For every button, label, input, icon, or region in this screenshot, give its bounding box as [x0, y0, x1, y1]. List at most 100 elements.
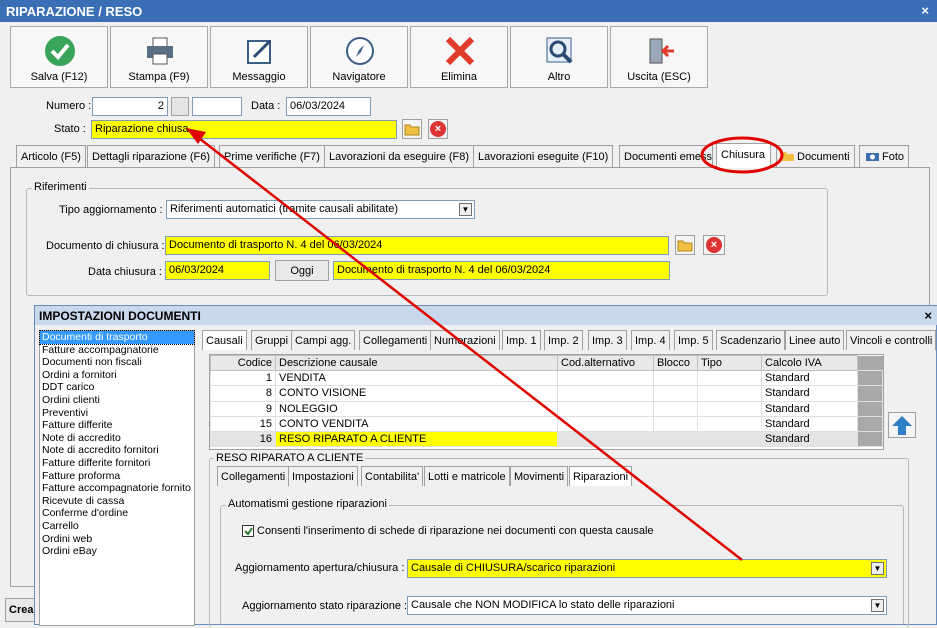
riferimenti-legend: Riferimenti: [32, 181, 89, 193]
tab-causali[interactable]: Causali: [202, 330, 247, 350]
list-item[interactable]: Fatture accompagnatorie: [40, 344, 194, 357]
tab-vincoli[interactable]: Vincoli e controlli: [846, 330, 936, 350]
subtab-impostazioni[interactable]: Impostazioni: [288, 466, 358, 486]
tab-foto[interactable]: Foto: [859, 145, 910, 167]
tipo-aggiornamento-select[interactable]: Riferimenti automatici (tramite causali …: [166, 200, 475, 219]
list-item[interactable]: Fatture differite fornitori: [40, 457, 194, 470]
tab-scadenzario[interactable]: Scadenzario: [716, 330, 786, 350]
list-item[interactable]: Ricevute di cassa: [40, 495, 194, 508]
list-item[interactable]: Conferme d'ordine: [40, 507, 194, 520]
subtab-riparazioni[interactable]: Riparazioni: [569, 466, 633, 486]
document-type-list[interactable]: Documenti di trasporto Fatture accompagn…: [39, 330, 195, 626]
stato-riparazione-select[interactable]: Causale che NON MODIFICA lo stato delle …: [407, 596, 887, 615]
message-button[interactable]: Messaggio: [210, 26, 308, 88]
subtab-contabilita[interactable]: Contabilita': [361, 466, 424, 486]
cell: [653, 431, 698, 448]
subtab-lotti-matricole[interactable]: Lotti e matricole: [424, 466, 510, 486]
cell: [653, 369, 698, 387]
exit-label: Uscita (ESC): [627, 71, 691, 83]
list-item[interactable]: DDT carico: [40, 381, 194, 394]
move-up-button[interactable]: [888, 412, 916, 438]
folder-button[interactable]: [402, 119, 422, 139]
exit-button[interactable]: Uscita (ESC): [610, 26, 708, 88]
list-item[interactable]: Ordini eBay: [40, 545, 194, 558]
tab-collegamenti[interactable]: Collegamenti: [359, 330, 432, 350]
list-item[interactable]: Fatture accompagnatorie fornito: [40, 482, 194, 495]
numero-suffix-field[interactable]: [192, 97, 242, 116]
list-item[interactable]: Ordini web: [40, 533, 194, 546]
stato-label: Stato :: [54, 123, 86, 135]
apertura-chiusura-select[interactable]: Causale di CHIUSURA/scarico riparazioni …: [407, 559, 887, 578]
tab-dettagli[interactable]: Dettagli riparazione (F6): [87, 145, 215, 167]
date-field[interactable]: 06/03/2024: [286, 97, 371, 116]
tab-chiusura[interactable]: Chiusura: [716, 143, 771, 168]
col-tipo[interactable]: Tipo: [697, 355, 762, 371]
chevron-down-icon[interactable]: ▼: [871, 562, 884, 575]
col-cod-alternativo[interactable]: Cod.alternativo: [557, 355, 654, 371]
tab-foto-label: Foto: [882, 151, 905, 163]
documento-chiusura-field[interactable]: Documento di trasporto N. 4 del 06/03/20…: [165, 236, 669, 255]
close-icon[interactable]: ×: [921, 3, 929, 18]
chevron-down-icon[interactable]: ▼: [459, 203, 472, 216]
table-row[interactable]: 8 CONTO VISIONE Standard: [210, 385, 883, 402]
numero-field[interactable]: 2: [92, 97, 168, 116]
table-row[interactable]: 1 VENDITA Standard: [210, 369, 883, 387]
data-documento-field[interactable]: Documento di trasporto N. 4 del 06/03/20…: [333, 261, 670, 280]
list-item[interactable]: Documenti non fiscali: [40, 356, 194, 369]
causali-grid[interactable]: Codice Descrizione causale Cod.alternati…: [209, 354, 884, 450]
list-item[interactable]: Documenti di trasporto: [39, 330, 195, 345]
impostazioni-documenti-dialog: IMPOSTAZIONI DOCUMENTI × Documenti di tr…: [34, 305, 937, 628]
arrow-up-icon: [892, 416, 912, 435]
list-item[interactable]: Note di accredito fornitori: [40, 444, 194, 457]
list-item[interactable]: Fatture differite: [40, 419, 194, 432]
subtab-collegamenti[interactable]: Collegamenti: [217, 466, 290, 486]
tab-lavorazioni-da-eseguire[interactable]: Lavorazioni da eseguire (F8): [324, 145, 475, 167]
print-button[interactable]: Stampa (F9): [110, 26, 208, 88]
oggi-button[interactable]: Oggi: [275, 260, 329, 281]
stato-field[interactable]: Riparazione chiusa: [91, 120, 397, 139]
other-button[interactable]: Altro: [510, 26, 608, 88]
doc-clear-button[interactable]: ×: [703, 235, 725, 255]
tab-documenti[interactable]: Documenti: [776, 145, 855, 167]
close-icon[interactable]: ×: [924, 308, 932, 323]
tab-prime-verifiche[interactable]: Prime verifiche (F7): [219, 145, 325, 167]
tab-lavorazioni-eseguite[interactable]: Lavorazioni eseguite (F10): [473, 145, 614, 167]
consenti-checkbox[interactable]: [242, 525, 254, 537]
col-codice[interactable]: Codice: [210, 355, 276, 371]
tab-imp-3[interactable]: Imp. 3: [588, 330, 627, 350]
col-calcolo-iva[interactable]: Calcolo IVA: [761, 355, 858, 371]
tab-imp-5[interactable]: Imp. 5: [674, 330, 713, 350]
list-item[interactable]: Ordini a fornitori: [40, 369, 194, 382]
tab-imp-2[interactable]: Imp. 2: [544, 330, 583, 350]
message-icon: [247, 39, 272, 64]
doc-folder-button[interactable]: [675, 235, 695, 255]
tab-campi-agg[interactable]: Campi agg.: [291, 330, 356, 350]
list-item[interactable]: Ordini clienti: [40, 394, 194, 407]
delete-button[interactable]: Elimina: [410, 26, 508, 88]
list-item[interactable]: Carrello: [40, 520, 194, 533]
save-button[interactable]: Salva (F12): [10, 26, 108, 88]
crea-button[interactable]: Crea: [5, 598, 37, 622]
table-row[interactable]: 15 CONTO VENDITA Standard: [210, 415, 883, 433]
numero-suffix-button[interactable]: [171, 97, 189, 116]
cell: 1: [210, 369, 276, 387]
tab-gruppi[interactable]: Gruppi: [251, 330, 293, 350]
table-row[interactable]: 9 NOLEGGIO Standard: [210, 400, 883, 417]
chevron-down-icon[interactable]: ▼: [871, 599, 884, 612]
table-row[interactable]: 16 RESO RIPARATO A CLIENTE Standard: [210, 431, 883, 448]
list-item[interactable]: Fatture proforma: [40, 470, 194, 483]
col-blocco[interactable]: Blocco: [653, 355, 698, 371]
data-chiusura-field[interactable]: 06/03/2024: [165, 261, 270, 280]
tab-linee-auto[interactable]: Linee auto: [785, 330, 845, 350]
navigator-button[interactable]: Navigatore: [310, 26, 408, 88]
tab-imp-4[interactable]: Imp. 4: [631, 330, 670, 350]
tab-articolo[interactable]: Articolo (F5): [16, 145, 86, 167]
col-descrizione[interactable]: Descrizione causale: [275, 355, 558, 371]
tab-documenti-emessi[interactable]: Documenti emess: [619, 145, 713, 167]
tab-numerazioni[interactable]: Numerazioni: [430, 330, 500, 350]
tab-imp-1[interactable]: Imp. 1: [502, 330, 541, 350]
subtab-movimenti[interactable]: Movimenti: [510, 466, 569, 486]
list-item[interactable]: Note di accredito: [40, 432, 194, 445]
clear-stato-button[interactable]: ×: [428, 119, 448, 139]
list-item[interactable]: Preventivi: [40, 407, 194, 420]
